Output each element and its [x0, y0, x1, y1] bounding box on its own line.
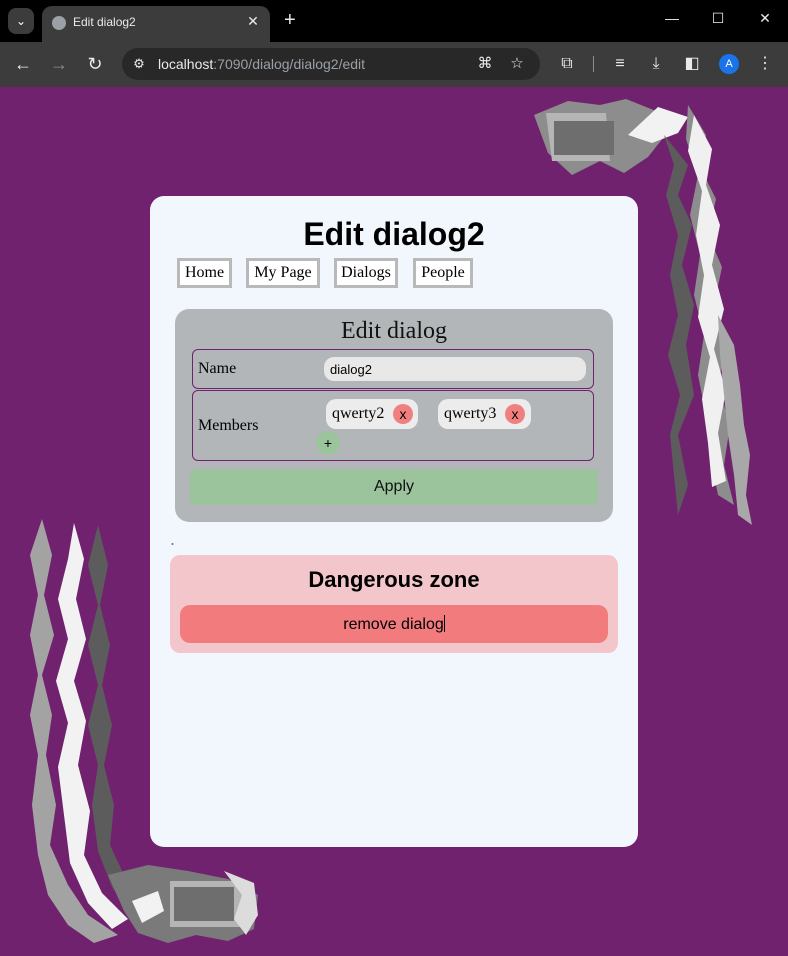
members-row: Members qwerty2 x qwerty3 x +	[192, 390, 594, 461]
status-note: ˳	[171, 535, 174, 545]
address-bar[interactable]: ⚙ localhost:7090/dialog/dialog2/edit ⌘ ☆	[122, 48, 540, 80]
media-control-icon[interactable]: ≡	[609, 54, 631, 74]
chevron-down-icon: ⌄	[15, 14, 27, 28]
danger-zone: Dangerous zone remove dialog	[170, 555, 618, 653]
tab-title: Edit dialog2	[73, 15, 136, 29]
translate-icon[interactable]: ⌘	[476, 55, 494, 73]
edit-dialog-form: Edit dialog Name Members qwerty2 x qwert…	[175, 309, 613, 522]
danger-zone-title: Dangerous zone	[308, 567, 480, 592]
nav-dialogs-link[interactable]: Dialogs	[334, 258, 398, 288]
remove-member-button[interactable]: x	[505, 404, 525, 424]
maximize-icon[interactable]: ☐	[706, 10, 730, 27]
menu-kebab-icon[interactable]: ⋮	[754, 54, 776, 74]
profile-avatar[interactable]: A	[719, 54, 739, 74]
add-member-button[interactable]: +	[316, 431, 340, 455]
toolbar-separator	[593, 56, 594, 72]
download-icon[interactable]: ⤓	[645, 54, 667, 74]
close-window-icon[interactable]: ✕	[753, 10, 777, 27]
new-tab-icon[interactable]: +	[284, 9, 296, 31]
member-chip: qwerty2 x	[326, 399, 418, 429]
url-host: localhost	[158, 56, 214, 72]
main-card: Edit dialog2 Home My Page Dialogs People…	[150, 196, 638, 847]
site-info-icon[interactable]: ⚙	[130, 55, 148, 73]
member-name: qwerty3	[444, 405, 497, 422]
browser-tab[interactable]: Edit dialog2 ✕	[42, 6, 270, 42]
url-path: :7090/dialog/dialog2/edit	[213, 56, 366, 72]
member-name: qwerty2	[332, 405, 385, 422]
browser-toolbar: ← → ↻ ⚙ localhost:7090/dialog/dialog2/ed…	[0, 42, 788, 87]
name-row: Name	[192, 349, 594, 389]
remove-dialog-label: remove dialog	[343, 615, 444, 633]
close-tab-icon[interactable]: ✕	[244, 12, 262, 30]
reload-icon[interactable]: ↻	[83, 54, 107, 74]
bookmark-star-icon[interactable]: ☆	[508, 55, 526, 73]
text-cursor	[443, 614, 445, 632]
form-title: Edit dialog	[341, 318, 447, 344]
browser-titlebar: ⌄ Edit dialog2 ✕ + — ☐ ✕	[0, 0, 788, 42]
members-label: Members	[198, 417, 259, 434]
back-icon[interactable]: ←	[11, 54, 35, 74]
nav-home-link[interactable]: Home	[177, 258, 232, 288]
member-chip: qwerty3 x	[438, 399, 531, 429]
remove-dialog-button[interactable]: remove dialog	[180, 605, 608, 643]
remove-member-button[interactable]: x	[393, 404, 413, 424]
url-text[interactable]: localhost:7090/dialog/dialog2/edit	[158, 56, 365, 72]
tab-search-button[interactable]: ⌄	[8, 8, 34, 34]
forward-icon[interactable]: →	[47, 54, 71, 74]
nav-my-page-link[interactable]: My Page	[246, 258, 320, 288]
globe-icon	[52, 16, 66, 30]
name-label: Name	[198, 360, 237, 377]
apply-button[interactable]: Apply	[190, 469, 598, 505]
name-input[interactable]	[324, 357, 586, 381]
minimize-icon[interactable]: —	[660, 10, 684, 26]
page-title: Edit dialog2	[303, 216, 485, 252]
nav-people-link[interactable]: People	[413, 258, 473, 288]
side-panel-icon[interactable]: ◧	[681, 54, 703, 74]
extensions-icon[interactable]: ⧉	[556, 54, 578, 74]
